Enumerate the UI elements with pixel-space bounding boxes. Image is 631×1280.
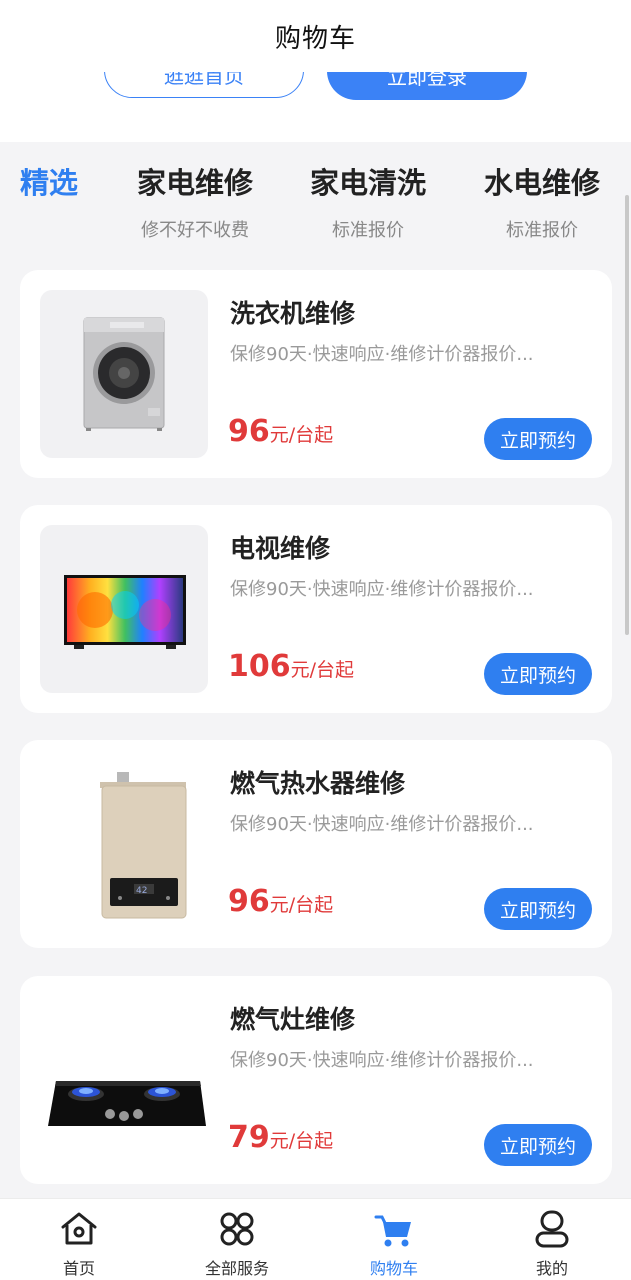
tab-label: 家电清洗 (309, 166, 426, 200)
product-title: 燃气灶维修 (230, 1005, 356, 1034)
price-unit: 元/台起 (269, 894, 334, 916)
gas-water-heater-image: 42 (40, 760, 208, 928)
login-prompt-area: 逛逛首页 立即登录 (0, 72, 631, 142)
product-card[interactable]: 42 燃气热水器维修 保修90天·快速响应·维修计价器报价... 96元/台起 … (20, 740, 612, 948)
price-value: 96 (228, 414, 270, 449)
nav-cart[interactable]: 购物车 (334, 1209, 454, 1279)
category-tabs: 精选 家电维修 修不好不收费 家电清洗 标准报价 水电维修 标准报价 (0, 160, 631, 250)
home-icon (59, 1209, 99, 1249)
price-value: 79 (228, 1120, 270, 1155)
svg-text:42: 42 (136, 886, 147, 896)
tab-featured[interactable]: 精选 (20, 160, 80, 202)
tab-subtitle: 标准报价 (506, 220, 578, 241)
price-unit: 元/台起 (269, 424, 334, 446)
nav-label: 我的 (535, 1259, 568, 1278)
login-button[interactable]: 立即登录 (327, 72, 527, 100)
product-title: 燃气热水器维修 (230, 769, 406, 798)
product-title: 电视维修 (230, 534, 331, 563)
television-image (40, 525, 208, 693)
nav-all-services[interactable]: 全部服务 (177, 1209, 297, 1279)
top-bar: 购物车 (0, 0, 631, 72)
cart-icon (374, 1209, 414, 1249)
product-price: 96元/台起 (228, 414, 333, 449)
tab-appliance-repair[interactable]: 家电维修 修不好不收费 (125, 160, 265, 242)
product-card[interactable]: 燃气灶维修 保修90天·快速响应·维修计价器报价... 79元/台起 立即预约 (20, 976, 612, 1184)
product-price: 79元/台起 (228, 1120, 333, 1155)
bottom-navigation: 首页 全部服务 购物车 我的 (0, 1198, 631, 1280)
product-price: 96元/台起 (228, 884, 333, 919)
gas-stove-image (40, 996, 208, 1164)
price-unit: 元/台起 (290, 659, 355, 681)
book-now-button[interactable]: 立即预约 (484, 653, 592, 695)
price-value: 96 (228, 884, 270, 919)
tab-subtitle: 标准报价 (332, 220, 404, 241)
price-value: 106 (228, 649, 291, 684)
grid-icon (217, 1209, 257, 1249)
tab-subtitle: 修不好不收费 (141, 220, 249, 241)
product-card[interactable]: 洗衣机维修 保修90天·快速响应·维修计价器报价... 96元/台起 立即预约 (20, 270, 612, 478)
book-now-button[interactable]: 立即预约 (484, 1124, 592, 1166)
book-now-button[interactable]: 立即预约 (484, 418, 592, 460)
nav-label: 购物车 (369, 1259, 418, 1278)
tab-appliance-cleaning[interactable]: 家电清洗 标准报价 (298, 160, 438, 242)
product-description: 保修90天·快速响应·维修计价器报价... (230, 579, 534, 600)
price-unit: 元/台起 (269, 1130, 334, 1152)
product-price: 106元/台起 (228, 649, 354, 684)
product-description: 保修90天·快速响应·维修计价器报价... (230, 814, 534, 835)
tab-label: 家电维修 (136, 166, 253, 200)
nav-label: 全部服务 (204, 1259, 269, 1278)
scrollbar[interactable] (625, 195, 629, 635)
nav-home[interactable]: 首页 (19, 1209, 139, 1279)
tab-label: 水电维修 (483, 166, 600, 200)
tab-plumbing-electrical[interactable]: 水电维修 标准报价 (472, 160, 612, 242)
washing-machine-image (40, 290, 208, 458)
nav-label: 首页 (62, 1259, 95, 1278)
nav-profile[interactable]: 我的 (492, 1209, 612, 1279)
product-description: 保修90天·快速响应·维修计价器报价... (230, 1050, 534, 1071)
tab-label: 精选 (20, 166, 79, 200)
product-card[interactable]: 电视维修 保修90天·快速响应·维修计价器报价... 106元/台起 立即预约 (20, 505, 612, 713)
book-now-button[interactable]: 立即预约 (484, 888, 592, 930)
product-title: 洗衣机维修 (230, 299, 356, 328)
profile-icon (532, 1209, 572, 1249)
page-title: 购物车 (274, 23, 356, 54)
browse-home-button[interactable]: 逛逛首页 (104, 72, 304, 98)
product-description: 保修90天·快速响应·维修计价器报价... (230, 344, 534, 365)
